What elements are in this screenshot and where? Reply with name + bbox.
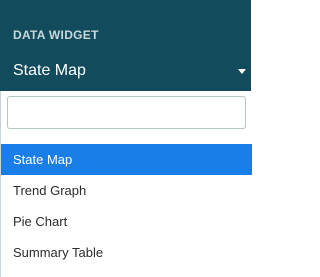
- option-list: State Map Trend Graph Pie Chart Summary …: [1, 144, 252, 268]
- data-widget-select[interactable]: State Map: [0, 52, 251, 90]
- option-pie-chart[interactable]: Pie Chart: [1, 206, 252, 237]
- selected-value: State Map: [13, 62, 86, 79]
- option-trend-graph[interactable]: Trend Graph: [1, 175, 252, 206]
- option-state-map[interactable]: State Map: [1, 144, 252, 175]
- dropdown-menu: State Map Trend Graph Pie Chart Summary …: [0, 91, 252, 277]
- option-summary-table[interactable]: Summary Table: [1, 237, 252, 268]
- section-label: DATA WIDGET: [13, 28, 99, 42]
- data-widget-header: DATA WIDGET State Map: [0, 0, 251, 91]
- caret-down-icon: [238, 69, 246, 74]
- search-input[interactable]: [7, 96, 246, 129]
